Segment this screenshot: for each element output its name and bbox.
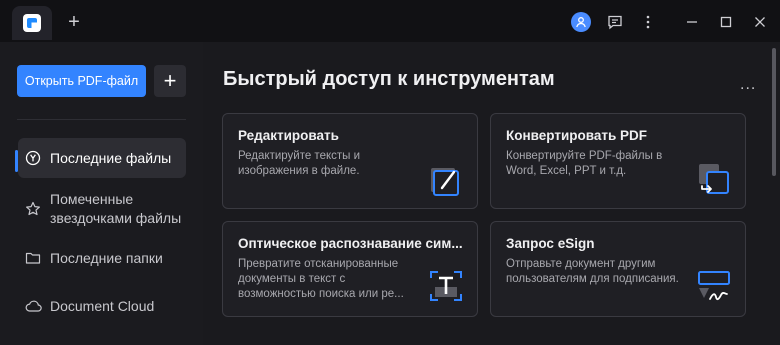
main-panel: Быстрый доступ к инструментам ... Редакт… — [203, 42, 780, 345]
maximize-button[interactable] — [714, 10, 738, 34]
sidebar-item-recent-folders[interactable]: Последние папки — [18, 240, 186, 276]
ocr-icon — [430, 271, 462, 301]
tool-card-ocr[interactable]: Оптическое распознавание сим... Преврати… — [222, 221, 478, 317]
star-icon — [24, 200, 42, 218]
sidebar-divider — [17, 119, 186, 120]
card-description: Отправьте документ другим пользователям … — [506, 258, 679, 285]
tool-card-esign[interactable]: Запрос eSign Отправьте документ другим п… — [490, 221, 746, 317]
card-description: Превратите отсканированные документы в т… — [238, 258, 404, 300]
tool-card-edit[interactable]: Редактировать Редактируйте тексты и изоб… — [222, 113, 478, 209]
sidebar-item-recent-files[interactable]: Последние файлы — [18, 138, 186, 178]
close-button[interactable] — [748, 10, 772, 34]
card-title: Оптическое распознавание сим... — [238, 236, 463, 251]
close-icon — [755, 17, 765, 27]
edit-icon — [431, 168, 459, 196]
app-home-tab[interactable] — [12, 6, 52, 40]
more-options-button[interactable] — [636, 10, 660, 34]
minimize-icon — [687, 21, 697, 23]
scrollbar-thumb[interactable] — [772, 48, 776, 176]
more-horizontal-icon[interactable]: ... — [740, 76, 756, 94]
sidebar-item-label: Последние папки — [50, 250, 163, 266]
tool-card-convert[interactable]: Конвертировать PDF Конвертируйте PDF-фай… — [490, 113, 746, 209]
folder-icon — [24, 249, 42, 267]
sidebar: Открыть PDF-файл + Последние файлы Помеч… — [0, 42, 203, 345]
user-avatar-icon — [571, 12, 591, 32]
cloud-icon — [24, 297, 42, 315]
open-pdf-button[interactable]: Открыть PDF-файл — [17, 65, 146, 97]
sidebar-item-label: Последние файлы — [50, 150, 172, 166]
sidebar-item-label: Document Cloud — [50, 298, 155, 314]
maximize-icon — [720, 16, 732, 28]
esign-icon — [698, 271, 730, 301]
card-title: Конвертировать PDF — [506, 128, 648, 143]
more-vertical-icon — [646, 15, 650, 29]
user-avatar-button[interactable] — [569, 10, 593, 34]
app-logo-icon — [23, 14, 41, 32]
card-title: Редактировать — [238, 128, 339, 143]
card-description: Редактируйте тексты и изображения в файл… — [238, 150, 361, 177]
add-button[interactable]: + — [154, 65, 186, 97]
minimize-button[interactable] — [680, 10, 704, 34]
card-description: Конвертируйте PDF-файлы в Word, Excel, P… — [506, 150, 663, 177]
page-title: Быстрый доступ к инструментам — [223, 68, 555, 90]
card-title: Запрос eSign — [506, 236, 595, 251]
new-tab-button[interactable]: + — [62, 10, 86, 34]
sidebar-item-label: Помеченные звездочками файлы — [50, 191, 182, 226]
sidebar-item-document-cloud[interactable]: Document Cloud — [18, 288, 186, 324]
feedback-icon — [608, 15, 622, 30]
recent-icon — [24, 149, 42, 167]
sidebar-item-starred-files[interactable]: Помеченные звездочками файлы — [18, 188, 186, 230]
convert-icon — [699, 164, 729, 194]
feedback-button[interactable] — [603, 10, 627, 34]
title-bar: + — [0, 0, 780, 42]
